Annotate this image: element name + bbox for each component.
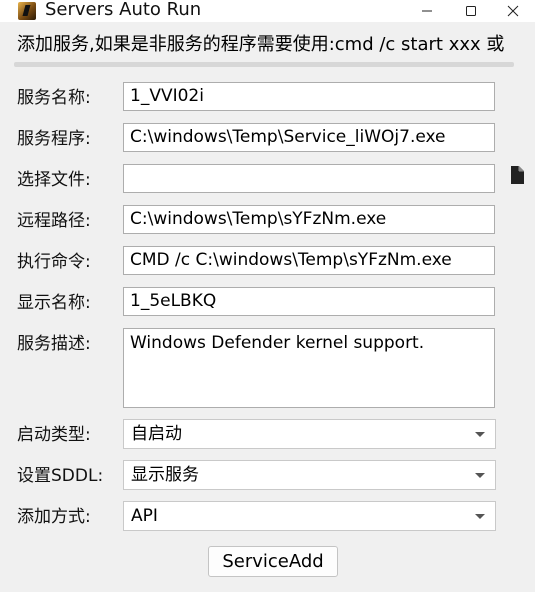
sddl-value: 显示服务 xyxy=(131,465,199,485)
start-type-select[interactable]: 自启动 xyxy=(123,419,496,449)
title-bar: Servers Auto Run xyxy=(0,0,535,22)
close-button[interactable] xyxy=(490,0,535,22)
window-right-edge xyxy=(525,22,535,592)
exec-command-label: 执行命令: xyxy=(17,252,91,272)
add-method-label: 添加方式: xyxy=(17,507,91,527)
start-type-label: 启动类型: xyxy=(17,425,91,445)
minimize-button[interactable] xyxy=(404,0,450,22)
file-icon xyxy=(511,166,524,184)
start-type-value: 自启动 xyxy=(131,424,182,444)
service-program-input[interactable]: C:\windows\Temp\Service_liWOj7.exe xyxy=(123,123,495,152)
select-file-input[interactable] xyxy=(123,164,495,193)
chevron-down-icon xyxy=(475,432,485,437)
service-program-label: 服务程序: xyxy=(17,129,91,149)
remote-path-label: 远程路径: xyxy=(17,211,91,231)
chevron-down-icon xyxy=(475,514,485,519)
maximize-button[interactable] xyxy=(448,0,494,22)
chevron-down-icon xyxy=(475,473,485,478)
sddl-label: 设置SDDL: xyxy=(17,466,104,486)
sddl-select[interactable]: 显示服务 xyxy=(123,460,496,490)
description-textarea[interactable]: Windows Defender kernel support. xyxy=(123,328,495,408)
description-label: 服务描述: xyxy=(17,334,91,354)
display-name-input[interactable]: 1_5eLBKQ xyxy=(123,287,495,316)
window-left-edge xyxy=(0,22,11,592)
scrollbar-thumb[interactable] xyxy=(14,62,514,67)
remote-path-input[interactable]: C:\windows\Temp\sYFzNm.exe xyxy=(123,205,495,234)
window-title: Servers Auto Run xyxy=(45,0,202,20)
service-add-button[interactable]: ServiceAdd xyxy=(208,546,338,577)
display-name-label: 显示名称: xyxy=(17,293,91,313)
minimize-icon xyxy=(422,10,432,12)
horizontal-scrollbar[interactable] xyxy=(12,60,525,69)
close-icon xyxy=(507,5,519,17)
info-text: 添加服务,如果是非服务的程序需要使用:cmd /c start xxx 或 xyxy=(17,34,505,55)
service-name-input[interactable]: 1_VVI02i xyxy=(123,82,495,111)
add-method-value: API xyxy=(131,506,158,526)
browse-file-button[interactable] xyxy=(508,165,526,185)
add-method-select[interactable]: API xyxy=(123,501,496,531)
exec-command-input[interactable]: CMD /c C:\windows\Temp\sYFzNm.exe xyxy=(123,246,495,275)
app-icon xyxy=(18,2,36,20)
service-name-label: 服务名称: xyxy=(17,88,91,108)
select-file-label: 选择文件: xyxy=(17,170,91,190)
maximize-icon xyxy=(466,6,476,16)
